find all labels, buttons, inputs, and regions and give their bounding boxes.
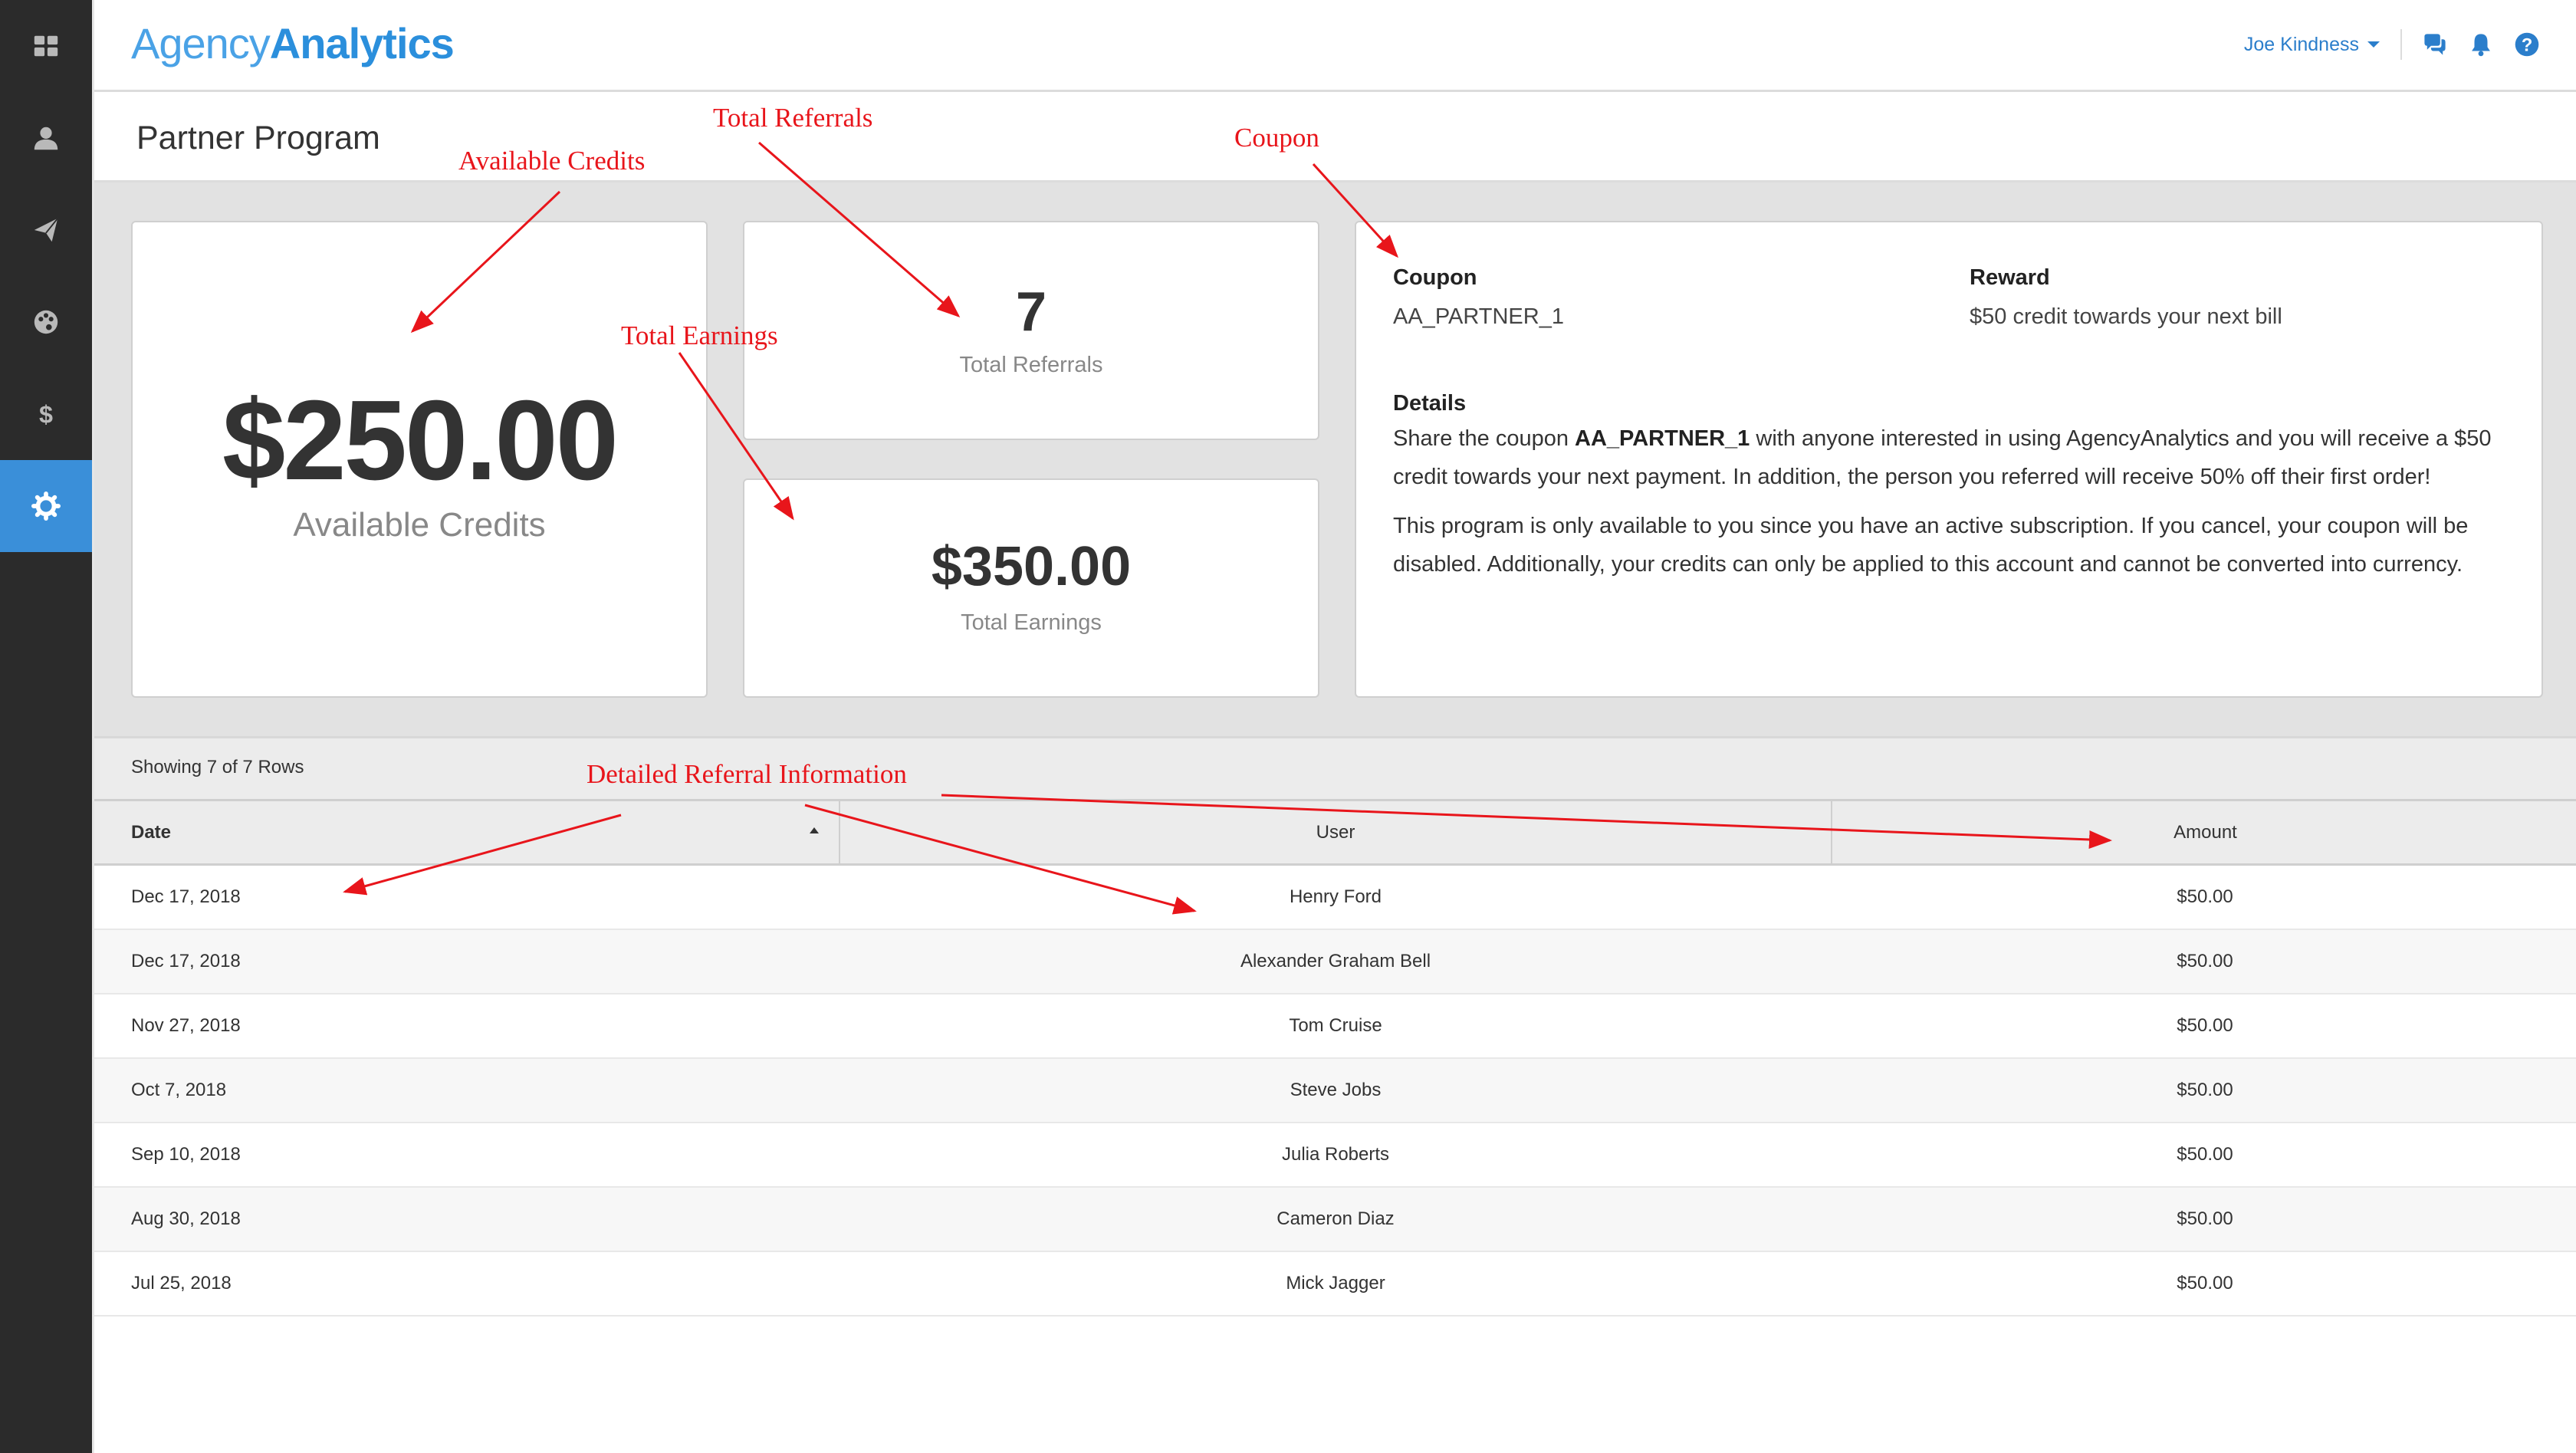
column-header-user[interactable]: User (840, 799, 1832, 866)
svg-text:?: ? (2522, 35, 2533, 56)
cell-user: Mick Jagger (840, 1251, 1832, 1317)
paper-plane-icon (34, 218, 58, 242)
summary-area: $250.00 Available Credits 7 Total Referr… (94, 182, 2576, 736)
coupon-card: Coupon AA_PARTNER_1 Reward $50 credit to… (1355, 221, 2543, 698)
reward-text: $50 credit towards your next bill (1970, 304, 2282, 329)
dollar-icon: $ (39, 400, 53, 428)
sidebar-item-billing[interactable]: $ (0, 368, 92, 460)
total-earnings-label: Total Earnings (961, 610, 1102, 635)
cell-amount: $50.00 (1832, 929, 2576, 994)
sort-ascending-icon (810, 827, 819, 833)
help-icon: ? (2515, 32, 2539, 57)
table-row: Nov 27, 2018 Tom Cruise $50.00 (94, 993, 2576, 1059)
cell-date: Nov 27, 2018 (94, 993, 840, 1059)
user-name: Joe Kindness (2243, 33, 2359, 55)
sidebar-item-branding[interactable] (0, 276, 92, 368)
divider (2400, 29, 2402, 60)
cell-date: Jul 25, 2018 (94, 1251, 840, 1317)
available-credits-card: $250.00 Available Credits (131, 221, 708, 698)
coupon-code: AA_PARTNER_1 (1393, 304, 1564, 329)
gear-icon (31, 491, 61, 521)
coupon-field: Coupon AA_PARTNER_1 (1393, 265, 1564, 330)
details-paragraph-1: Share the coupon AA_PARTNER_1 with anyon… (1393, 419, 2497, 496)
total-referrals-card: 7 Total Referrals (743, 221, 1319, 440)
details-section: Details Share the coupon AA_PARTNER_1 wi… (1393, 391, 2497, 594)
sidebar-item-dashboard[interactable] (0, 0, 92, 92)
table-row: Dec 17, 2018 Henry Ford $50.00 (94, 864, 2576, 930)
svg-text:$: $ (39, 400, 53, 428)
cell-date: Aug 30, 2018 (94, 1186, 840, 1252)
table-info-bar: Showing 7 of 7 Rows (94, 736, 2576, 799)
reward-heading: Reward (1970, 265, 2050, 290)
cell-amount: $50.00 (1832, 864, 2576, 930)
sidebar-item-users[interactable] (0, 92, 92, 184)
chat-icon (2424, 34, 2446, 55)
cell-amount: $50.00 (1832, 1122, 2576, 1188)
help-button[interactable]: ? (2514, 31, 2540, 58)
table-row: Aug 30, 2018 Cameron Diaz $50.00 (94, 1186, 2576, 1252)
details-p1-code: AA_PARTNER_1 (1575, 426, 1750, 451)
sidebar-item-settings[interactable] (0, 460, 92, 552)
user-menu[interactable]: Joe Kindness (2244, 34, 2380, 56)
bell-icon (2472, 34, 2490, 57)
referral-table-area: Showing 7 of 7 Rows Date User Amount Dec… (94, 736, 2576, 1453)
table-row: Dec 17, 2018 Alexander Graham Bell $50.0… (94, 929, 2576, 994)
sidebar-item-reports[interactable] (0, 184, 92, 276)
column-header-date[interactable]: Date (94, 799, 840, 866)
cell-amount: $50.00 (1832, 993, 2576, 1059)
notifications-button[interactable] (2468, 31, 2494, 58)
table-row: Jul 25, 2018 Mick Jagger $50.00 (94, 1251, 2576, 1317)
cell-amount: $50.00 (1832, 1251, 2576, 1317)
available-credits-label: Available Credits (293, 506, 546, 544)
cell-amount: $50.00 (1832, 1057, 2576, 1123)
cell-user: Alexander Graham Bell (840, 929, 1832, 994)
total-earnings-card: $350.00 Total Earnings (743, 478, 1319, 698)
total-earnings-value: $350.00 (931, 536, 1132, 597)
cell-user: Tom Cruise (840, 993, 1832, 1059)
table-row: Sep 10, 2018 Julia Roberts $50.00 (94, 1122, 2576, 1188)
total-referrals-label: Total Referrals (959, 353, 1103, 377)
palette-icon (34, 310, 58, 334)
details-heading: Details (1393, 391, 1467, 416)
topbar: AgencyAnalytics Joe Kindness ? (94, 0, 2576, 92)
chat-button[interactable] (2422, 31, 2448, 58)
user-icon (34, 127, 58, 150)
cell-user: Cameron Diaz (840, 1186, 1832, 1252)
topbar-right: Joe Kindness ? (2244, 29, 2540, 60)
referral-table: Date User Amount Dec 17, 2018 Henry Ford… (94, 799, 2576, 1317)
page-title: Partner Program (136, 120, 380, 156)
cell-date: Oct 7, 2018 (94, 1057, 840, 1123)
logo-bold: Analytics (269, 19, 455, 67)
details-paragraph-2: This program is only available to you si… (1393, 514, 2469, 577)
logo-light: Agency (131, 19, 271, 67)
cell-date: Sep 10, 2018 (94, 1122, 840, 1188)
dashboard-grid-icon (34, 35, 58, 57)
reward-field: Reward $50 credit towards your next bill (1970, 265, 2282, 330)
column-header-amount[interactable]: Amount (1832, 799, 2576, 866)
cell-amount: $50.00 (1832, 1186, 2576, 1252)
cell-user: Steve Jobs (840, 1057, 1832, 1123)
table-header-row: Date User Amount (94, 799, 2576, 866)
chevron-down-icon (2367, 41, 2380, 48)
details-p1-pre: Share the coupon (1393, 426, 1576, 451)
sidebar: $ (0, 0, 92, 1453)
logo[interactable]: AgencyAnalytics (131, 18, 455, 68)
row-count: Showing 7 of 7 Rows (131, 757, 304, 777)
available-credits-value: $250.00 (222, 377, 619, 504)
cell-user: Julia Roberts (840, 1122, 1832, 1188)
cell-date: Dec 17, 2018 (94, 929, 840, 994)
total-referrals-value: 7 (1015, 281, 1047, 343)
cell-user: Henry Ford (840, 864, 1832, 930)
coupon-heading: Coupon (1393, 265, 1477, 290)
cell-date: Dec 17, 2018 (94, 864, 840, 930)
page-header: Partner Program (94, 92, 2576, 182)
column-header-date-label: Date (131, 821, 172, 843)
main-content: AgencyAnalytics Joe Kindness ? Partner P… (92, 0, 2576, 1453)
table-row: Oct 7, 2018 Steve Jobs $50.00 (94, 1057, 2576, 1123)
